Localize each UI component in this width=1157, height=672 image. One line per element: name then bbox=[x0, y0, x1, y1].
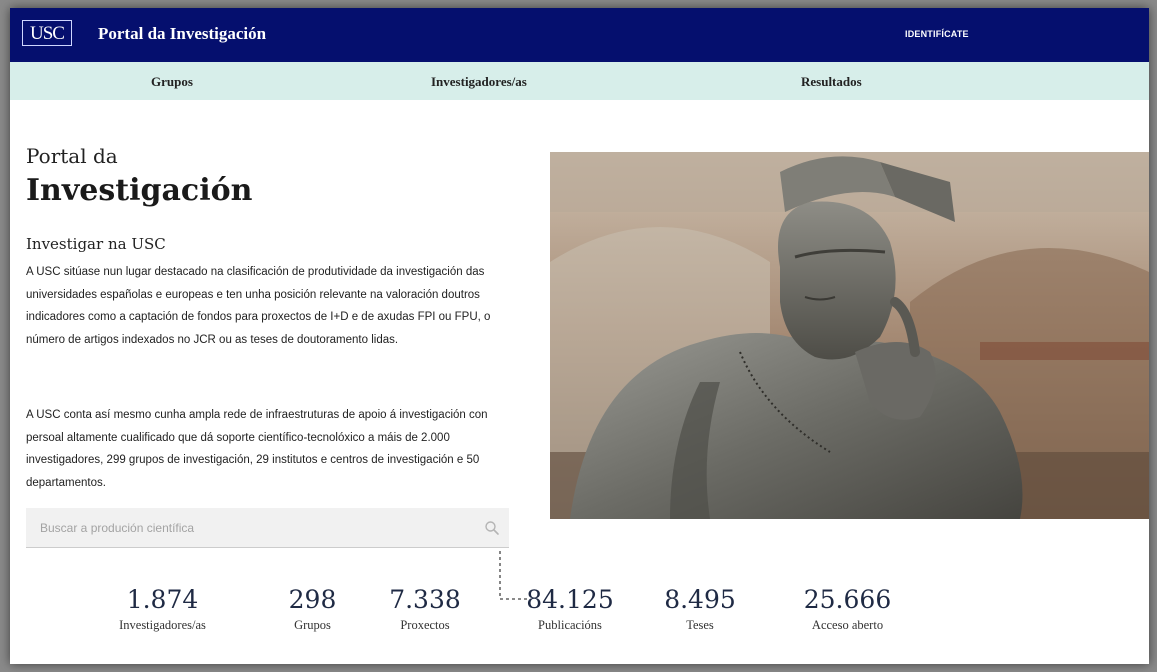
stat-acceso-aberto[interactable]: 25.666 Acceso aberto bbox=[795, 584, 900, 633]
intro-paragraph-2: A USC conta así mesmo cunha ampla rede d… bbox=[26, 409, 488, 489]
stat-value: 84.125 bbox=[526, 585, 614, 614]
nav-item-resultados[interactable]: Resultados bbox=[801, 74, 862, 90]
login-link[interactable]: IDENTIFÍCATE bbox=[905, 29, 969, 39]
stat-proxectos[interactable]: 7.338 Proxectos bbox=[375, 584, 475, 633]
hero-statue-photo bbox=[550, 152, 1149, 519]
site-title[interactable]: Portal da Investigación bbox=[98, 24, 266, 44]
stat-label: Investigadores/as bbox=[119, 618, 206, 632]
stat-investigadores[interactable]: 1.874 Investigadores/as bbox=[110, 584, 215, 633]
hero-kicker: Portal da bbox=[26, 144, 118, 168]
stat-value: 298 bbox=[288, 585, 337, 614]
stat-value: 7.338 bbox=[389, 585, 461, 614]
stat-grupos[interactable]: 298 Grupos bbox=[280, 584, 345, 633]
search-box bbox=[26, 508, 509, 548]
section-title: Investigar na USC bbox=[26, 235, 166, 253]
stat-value: 25.666 bbox=[803, 585, 892, 614]
stat-label: Grupos bbox=[294, 618, 331, 632]
top-bar: USC Portal da Investigación IDENTIFÍCATE bbox=[10, 8, 1149, 62]
stat-value: 1.874 bbox=[126, 585, 199, 614]
stat-label: Publicacións bbox=[538, 618, 602, 632]
browser-frame: USC Portal da Investigación IDENTIFÍCATE… bbox=[10, 8, 1149, 664]
stat-value: 8.495 bbox=[664, 585, 736, 614]
usc-logo[interactable]: USC bbox=[22, 20, 72, 46]
stat-publicacions[interactable]: 84.125 Publicacións bbox=[520, 584, 620, 633]
stat-label: Acceso aberto bbox=[811, 618, 884, 632]
search-input[interactable] bbox=[26, 508, 482, 548]
nav-item-grupos[interactable]: Grupos bbox=[151, 74, 193, 90]
stat-label: Proxectos bbox=[400, 618, 450, 632]
search-icon[interactable] bbox=[484, 520, 500, 536]
main-nav: Grupos Investigadores/as Resultados bbox=[10, 62, 1149, 100]
stat-label: Teses bbox=[686, 618, 714, 632]
stat-teses[interactable]: 8.495 Teses bbox=[660, 584, 740, 633]
hero-title: Investigación bbox=[26, 173, 253, 208]
intro-paragraph-1: A USC sitúase nun lugar destacado na cla… bbox=[26, 266, 491, 346]
nav-item-investigadores[interactable]: Investigadores/as bbox=[431, 74, 527, 90]
